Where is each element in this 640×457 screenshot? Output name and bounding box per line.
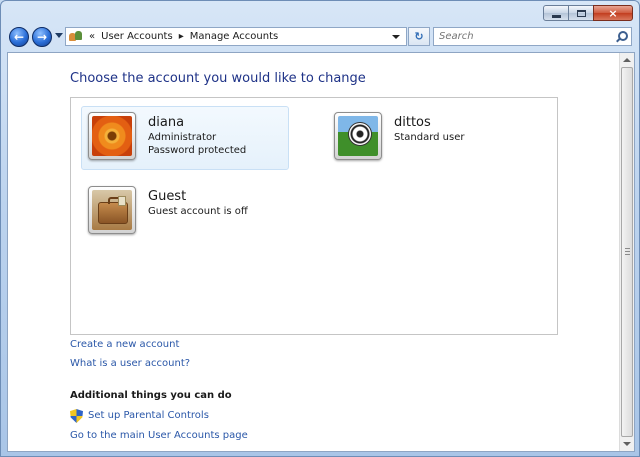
- arrow-left-icon: ←: [13, 30, 25, 44]
- account-info: diana Administrator Password protected: [148, 115, 246, 157]
- account-type: Administrator: [148, 132, 217, 143]
- refresh-icon: ↻: [414, 30, 424, 43]
- avatar: [334, 112, 382, 160]
- breadcrumb-user-accounts[interactable]: User Accounts: [101, 31, 173, 42]
- breadcrumb-manage-accounts[interactable]: Manage Accounts: [190, 31, 279, 42]
- search-input[interactable]: [439, 31, 609, 42]
- back-button[interactable]: ←: [9, 27, 29, 47]
- scroll-thumb[interactable]: [621, 67, 633, 437]
- luggage-tag-shape: [118, 196, 126, 206]
- flower-icon: [92, 116, 132, 156]
- accounts-list: diana Administrator Password protected d…: [70, 97, 558, 335]
- window-controls: ×: [543, 5, 633, 21]
- arrow-right-icon: →: [36, 30, 48, 44]
- minimize-button[interactable]: [543, 5, 569, 21]
- address-bar[interactable]: « User Accounts ▸ Manage Accounts: [65, 27, 407, 46]
- account-tile-guest[interactable]: Guest Guest account is off: [81, 180, 289, 244]
- page-title: Choose the account you would like to cha…: [70, 71, 366, 86]
- additional-heading: Additional things you can do: [70, 390, 232, 401]
- scroll-up-icon[interactable]: [623, 58, 631, 62]
- account-info: Guest Guest account is off: [148, 189, 248, 218]
- scroll-down-icon[interactable]: [623, 442, 631, 446]
- account-info: dittos Standard user: [394, 115, 464, 144]
- maximize-icon: [576, 9, 586, 17]
- refresh-button[interactable]: ↻: [408, 27, 430, 46]
- maximize-button[interactable]: [568, 5, 594, 21]
- user-accounts-icon: [69, 30, 83, 43]
- what-is-user-account-link[interactable]: What is a user account?: [70, 358, 190, 369]
- soccer-ball-icon: [338, 116, 378, 156]
- account-status: Guest account is off: [148, 206, 248, 217]
- suitcase-icon: [92, 190, 132, 230]
- recent-pages-dropdown[interactable]: [55, 33, 63, 38]
- parental-controls-link[interactable]: Set up Parental Controls: [88, 410, 209, 421]
- account-name: dittos: [394, 115, 431, 130]
- account-name: diana: [148, 115, 185, 130]
- create-account-link[interactable]: Create a new account: [70, 339, 179, 350]
- avatar: [88, 186, 136, 234]
- grip-icon: [625, 248, 630, 255]
- shield-icon: [70, 409, 83, 423]
- minimize-icon: [551, 14, 561, 18]
- account-name: Guest: [148, 189, 187, 204]
- forward-button[interactable]: →: [32, 27, 52, 47]
- ball-shape: [348, 122, 372, 146]
- account-status: Password protected: [148, 145, 247, 156]
- address-dropdown-icon[interactable]: [392, 34, 400, 39]
- window-frame: × ← → « User Accounts ▸ Manage Accounts …: [0, 0, 640, 457]
- search-box[interactable]: [433, 27, 632, 46]
- main-user-accounts-link[interactable]: Go to the main User Accounts page: [70, 430, 248, 441]
- close-icon: ×: [608, 6, 618, 20]
- vertical-scrollbar[interactable]: [619, 53, 634, 451]
- account-tile-dittos[interactable]: dittos Standard user: [327, 106, 535, 170]
- account-tile-diana[interactable]: diana Administrator Password protected: [81, 106, 289, 170]
- search-icon[interactable]: [615, 30, 628, 43]
- breadcrumb-separator[interactable]: ▸: [179, 31, 184, 42]
- account-type: Standard user: [394, 132, 465, 143]
- close-button[interactable]: ×: [593, 5, 633, 21]
- breadcrumb-overflow[interactable]: «: [89, 31, 95, 42]
- avatar: [88, 112, 136, 160]
- content-pane: Choose the account you would like to cha…: [7, 52, 635, 452]
